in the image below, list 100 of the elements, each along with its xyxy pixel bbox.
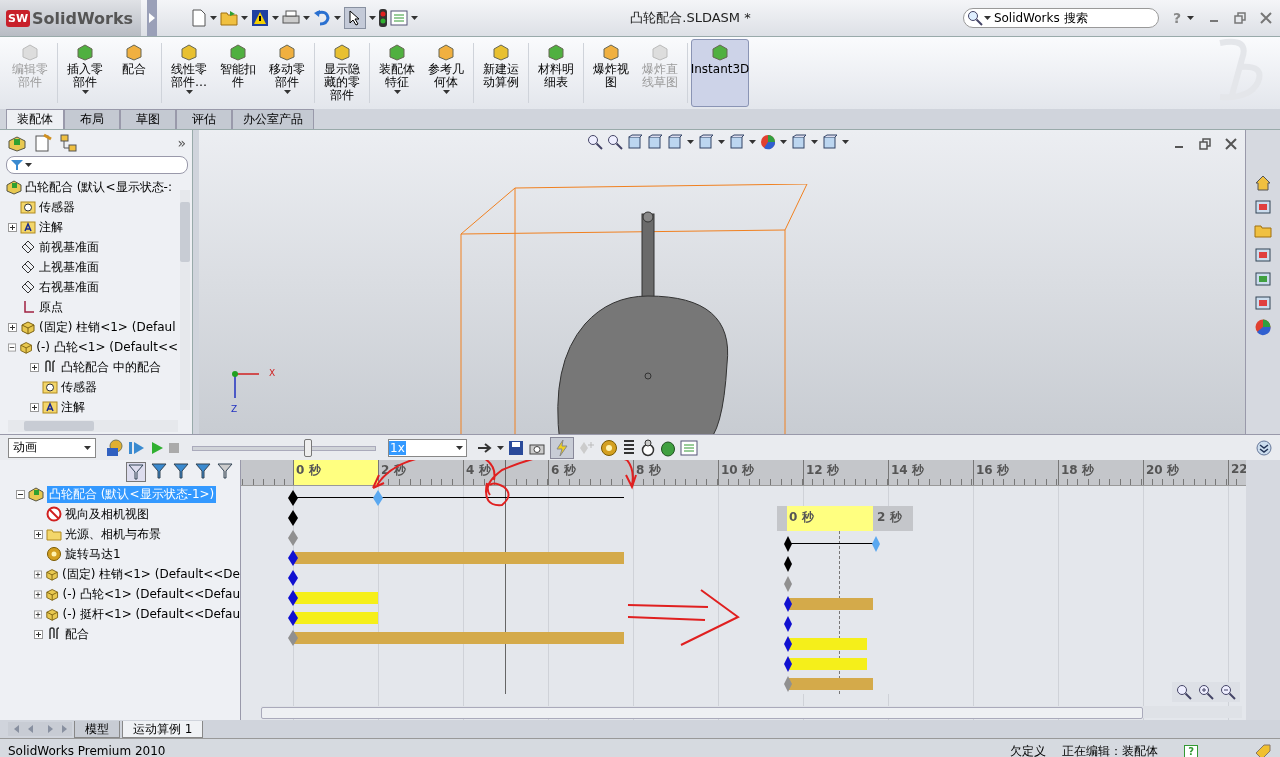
keyframe-icon[interactable] [287,589,299,607]
ribbon-button[interactable]: 爆炸视图 [587,39,635,107]
color-wheel-icon[interactable] [1254,318,1272,336]
ribbon-button[interactable]: 新建运动算例 [477,39,525,107]
tree-item[interactable]: (固定) 柱销<1> (Default<<De [62,565,240,583]
caret-icon[interactable] [303,16,311,20]
study-tab[interactable]: 运动算例 1 [122,720,204,738]
command-tab[interactable]: 草图 [120,109,176,129]
new-document-icon[interactable] [191,9,208,27]
ribbon-button[interactable]: 线性零部件… [165,39,213,107]
ribbon-button[interactable]: 移动零部件 [263,39,311,107]
printer-icon[interactable] [282,10,301,26]
tree-item[interactable]: (-) 挺杆<1> (Default<<Defau [62,605,240,623]
caret-icon[interactable] [283,90,291,94]
command-tab[interactable]: 评估 [176,109,232,129]
timeline-bar[interactable] [293,612,378,624]
caret-icon[interactable] [1187,16,1194,20]
tree-item[interactable]: 注解 [61,398,85,416]
filter-driving-icon[interactable] [172,462,190,480]
tree-item[interactable]: 上视基准面 [39,258,99,276]
collapse-panel-icon[interactable] [1256,439,1272,456]
previous-view-icon[interactable] [627,134,643,150]
expand-icon[interactable] [34,609,43,619]
palette-icon[interactable] [1254,246,1272,264]
zoom-fit-icon[interactable] [1176,684,1192,700]
undo-icon[interactable] [313,10,332,26]
property-tab-icon[interactable] [32,133,54,153]
expand-icon[interactable] [34,569,42,579]
spring-icon[interactable] [622,438,636,457]
zoom-in-icon[interactable] [1198,684,1214,700]
caret-icon[interactable] [334,16,342,20]
expand-icon[interactable] [8,322,17,332]
search-field[interactable]: SolidWorks 搜索 [962,8,1159,28]
section-view-icon[interactable] [647,134,663,150]
filter-field[interactable] [6,156,188,174]
help-button[interactable]: ? [1184,744,1198,757]
caret-icon[interactable] [272,16,280,20]
timeline-slider[interactable] [192,438,376,457]
caret-icon[interactable] [780,140,787,144]
filter-results-icon[interactable] [216,462,234,480]
keyframe-icon[interactable] [287,509,299,527]
play-from-start-icon[interactable] [128,439,146,456]
slider-thumb[interactable] [303,438,312,457]
select-button[interactable] [344,7,367,29]
search-icon[interactable] [966,10,983,26]
caret-icon[interactable] [25,163,32,167]
restore-icon[interactable] [1234,12,1246,24]
expand-icon[interactable] [8,222,17,232]
keyframe-icon[interactable] [287,489,299,507]
ribbon-button[interactable]: 插入零部件 [61,39,109,107]
tag-icon[interactable] [1254,743,1272,757]
tree-item[interactable]: 凸轮配合 中的配合 [61,358,161,376]
tree-item[interactable]: (-) 凸轮<1> (Default<<Defau [62,585,240,603]
filter-icon[interactable] [126,462,146,482]
ribbon-button[interactable]: 智能扣件 [214,39,262,107]
study-tab[interactable]: 模型 [74,720,120,738]
command-tab[interactable]: 布局 [64,109,120,129]
expand-icon[interactable] [30,402,39,412]
expand-icon[interactable] [30,362,39,372]
hide-show-icon[interactable] [729,134,745,150]
caret-icon[interactable] [369,16,377,20]
tree-item[interactable]: 前视基准面 [39,238,99,256]
tree-item[interactable]: 旋转马达1 [65,545,121,563]
tree-item[interactable]: 光源、相机与布景 [65,525,161,543]
calculate-icon[interactable] [106,438,124,457]
tree-item[interactable]: 注解 [39,218,63,236]
filter-animated-icon[interactable] [150,462,168,480]
caret-icon[interactable] [84,445,91,450]
scrollbar[interactable] [180,190,190,410]
warning-icon[interactable] [251,9,270,27]
expand-panel-button[interactable]: » [177,135,186,151]
tree-item[interactable]: 传感器 [39,198,75,216]
view-settings-icon[interactable] [822,134,838,150]
gravity-icon[interactable] [660,438,676,457]
tree-item[interactable]: (-) 凸轮<1> (Default<< [36,338,178,356]
command-tab[interactable]: 装配体 [6,109,64,129]
collapse-icon[interactable] [16,489,25,499]
zoom-out-icon[interactable] [1220,684,1236,700]
scrollbar[interactable] [8,420,178,432]
app-logo[interactable]: SW SolidWorks [0,0,142,36]
zoom-area-icon[interactable] [607,134,623,150]
zoom-fit-icon[interactable] [587,134,603,150]
arrow-right-icon[interactable] [477,441,493,454]
display-style-icon[interactable] [698,134,714,150]
collapse-icon[interactable] [8,342,17,352]
view-orientation-icon[interactable] [667,134,683,150]
tree-item[interactable]: (固定) 柱销<1> (Defaul [39,318,176,336]
caret-icon[interactable] [842,140,849,144]
ribbon-button[interactable]: 材料明细表 [532,39,580,107]
save-icon[interactable] [508,439,524,456]
expand-icon[interactable] [34,629,43,639]
tree-item[interactable]: 凸轮配合 (默认<显示状态-: [25,178,172,196]
traffic-light-icon[interactable] [379,9,388,27]
caret-icon[interactable] [456,445,463,450]
tree-item[interactable]: 视向及相机视图 [65,505,149,523]
caret-icon[interactable] [442,90,450,94]
study-type-dropdown[interactable]: 动画 [8,437,96,458]
caret-icon[interactable] [81,90,89,94]
library-icon[interactable] [1254,198,1272,216]
expand-icon[interactable] [34,529,43,539]
